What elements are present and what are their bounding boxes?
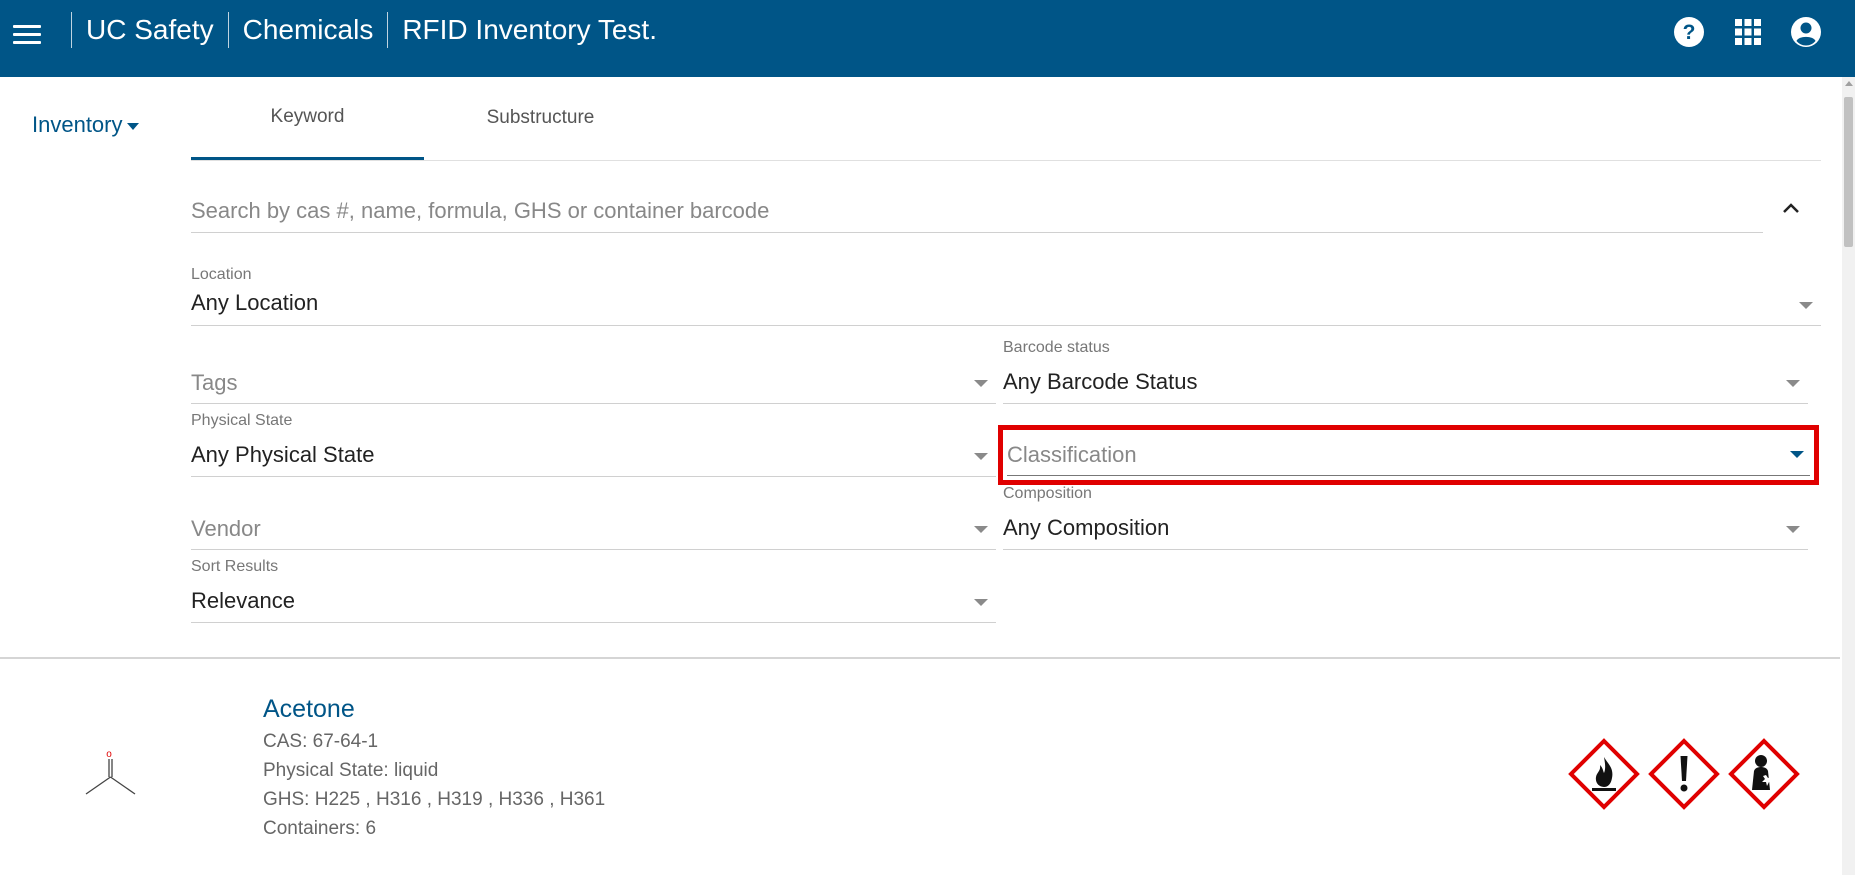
field-underline: [1003, 403, 1808, 404]
tags-select[interactable]: Tags: [191, 344, 996, 404]
help-icon[interactable]: ?: [1671, 14, 1707, 50]
page-scrollbar[interactable]: [1842, 77, 1855, 875]
flame-pictogram-icon: [1568, 738, 1640, 810]
result-name-link[interactable]: Acetone: [263, 695, 355, 724]
chevron-down-icon: [126, 123, 139, 130]
tab-substructure[interactable]: Substructure: [424, 100, 657, 160]
scrollbar-thumb[interactable]: [1844, 97, 1853, 247]
breadcrumb-separator: [71, 12, 72, 48]
health-hazard-pictogram-icon: [1728, 738, 1800, 810]
classification-placeholder: Classification: [1007, 442, 1137, 467]
menu-icon[interactable]: [13, 19, 43, 49]
scroll-up-arrow-icon[interactable]: [1845, 81, 1853, 86]
inventory-dropdown[interactable]: Inventory: [32, 112, 139, 138]
tab-keyword[interactable]: Keyword: [191, 100, 424, 160]
result-containers: Containers: 6: [263, 818, 377, 839]
search-input[interactable]: [191, 190, 1763, 232]
sort-results-label: Sort Results: [191, 558, 279, 575]
dropdown-arrow-icon: [1786, 380, 1800, 387]
search-tabs: Keyword Substructure: [191, 100, 1821, 161]
search-field: [191, 190, 1763, 233]
barcode-status-label: Barcode status: [1003, 339, 1110, 356]
location-value: Any Location: [191, 290, 319, 315]
breadcrumb: UC Safety Chemicals RFID Inventory Test.: [57, 12, 657, 48]
field-underline: [191, 622, 996, 623]
location-label: Location: [191, 266, 252, 283]
field-underline: [191, 549, 996, 550]
inventory-label: Inventory: [32, 112, 123, 137]
result-cas: CAS: 67-64-1: [263, 731, 379, 752]
field-underline: [1007, 475, 1810, 476]
breadcrumb-chemicals[interactable]: Chemicals: [243, 14, 374, 46]
barcode-status-value: Any Barcode Status: [1003, 369, 1198, 394]
app-bar: UC Safety Chemicals RFID Inventory Test.…: [0, 0, 1855, 77]
account-icon[interactable]: [1788, 14, 1824, 50]
field-underline: [191, 476, 996, 477]
location-select[interactable]: Location Any Location: [191, 266, 1821, 326]
classification-select[interactable]: Classification: [998, 425, 1819, 485]
physical-state-select[interactable]: Physical State Any Physical State: [191, 412, 996, 477]
dropdown-arrow-icon: [1799, 302, 1813, 309]
svg-text:?: ?: [1683, 21, 1696, 44]
dropdown-arrow-icon: [974, 526, 988, 533]
exclamation-pictogram-icon: [1648, 738, 1720, 810]
breadcrumb-rfid-inventory[interactable]: RFID Inventory Test.: [402, 14, 657, 46]
dropdown-arrow-icon: [1786, 526, 1800, 533]
sort-results-value: Relevance: [191, 588, 295, 613]
apps-grid-icon[interactable]: [1730, 14, 1766, 50]
vendor-select[interactable]: Vendor: [191, 490, 996, 550]
dropdown-arrow-icon: [974, 380, 988, 387]
dropdown-arrow-icon: [974, 599, 988, 606]
field-underline: [191, 325, 1821, 326]
result-physical-state: Physical State: liquid: [263, 760, 439, 781]
sort-results-select[interactable]: Sort Results Relevance: [191, 558, 996, 623]
svg-text:o: o: [106, 749, 112, 760]
dropdown-arrow-icon: [1790, 451, 1804, 458]
physical-state-value: Any Physical State: [191, 442, 375, 467]
physical-state-label: Physical State: [191, 412, 293, 429]
breadcrumb-separator: [387, 12, 389, 48]
composition-select[interactable]: Composition Any Composition: [1003, 485, 1808, 550]
results-divider: [0, 657, 1840, 659]
molecule-structure-icon[interactable]: o: [82, 745, 142, 805]
result-ghs: GHS: H225 , H316 , H319 , H336 , H361: [263, 789, 606, 810]
field-underline: [1003, 549, 1808, 550]
breadcrumb-separator: [227, 12, 229, 48]
dropdown-arrow-icon: [974, 453, 988, 460]
chevron-up-icon[interactable]: [1778, 196, 1804, 222]
field-underline: [191, 403, 996, 404]
barcode-status-select[interactable]: Barcode status Any Barcode Status: [1003, 339, 1808, 404]
tags-placeholder: Tags: [191, 370, 238, 395]
breadcrumb-uc-safety[interactable]: UC Safety: [86, 14, 214, 46]
vendor-placeholder: Vendor: [191, 516, 261, 541]
composition-label: Composition: [1003, 485, 1092, 502]
composition-value: Any Composition: [1003, 515, 1170, 540]
